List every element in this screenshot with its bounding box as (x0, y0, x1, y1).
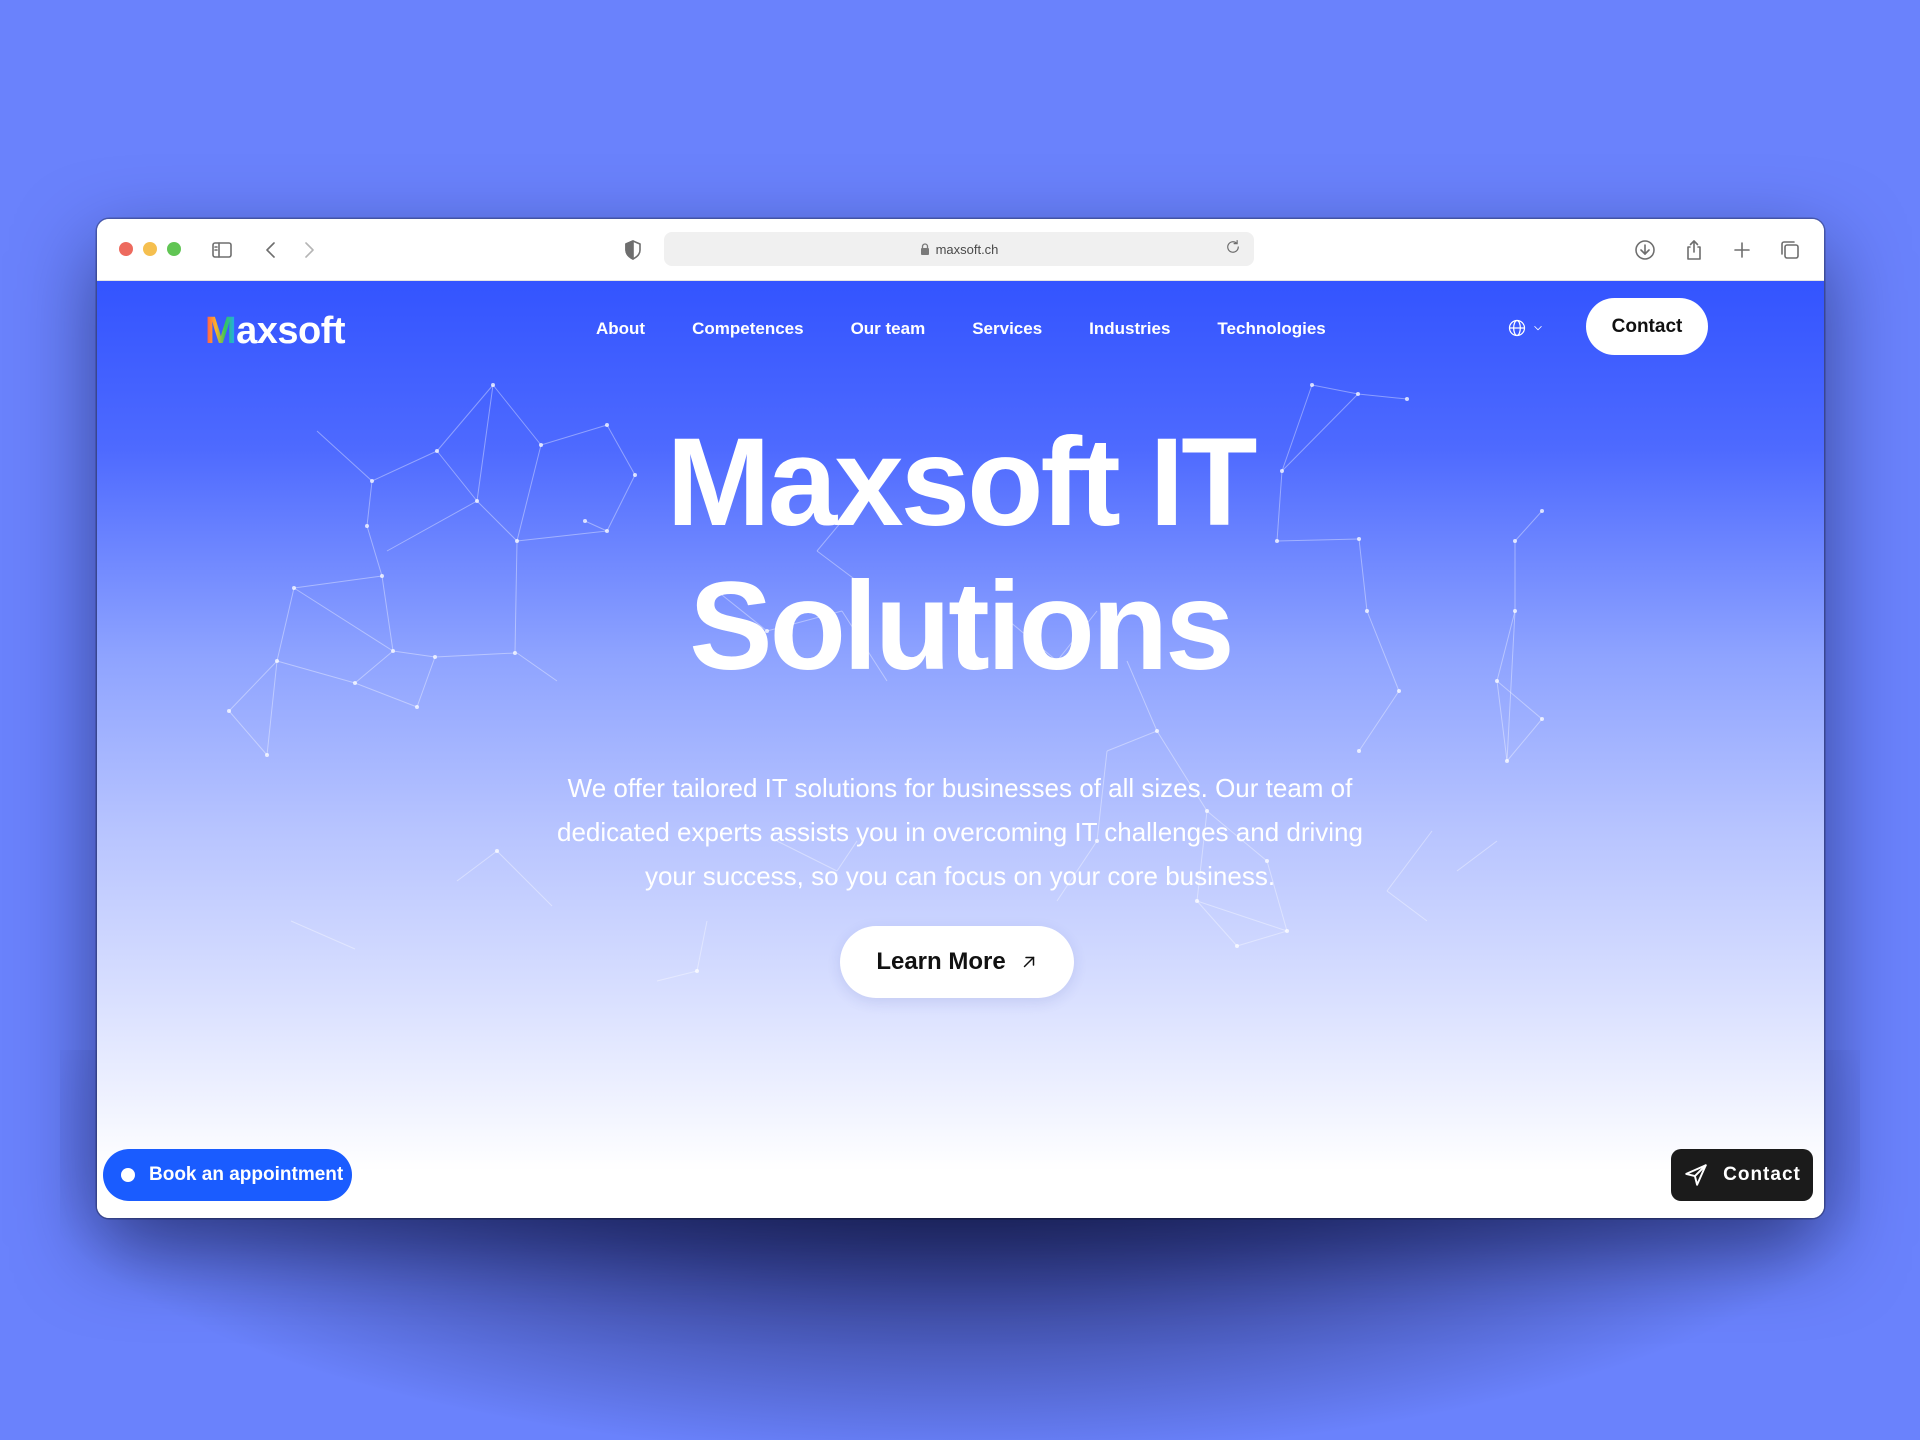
lock-icon (920, 243, 930, 255)
address-bar[interactable]: maxsoft.ch (664, 232, 1254, 266)
learn-more-button[interactable]: Learn More (840, 926, 1074, 998)
nav-about[interactable]: About (596, 319, 645, 339)
zoom-window-button[interactable] (167, 242, 181, 256)
close-window-button[interactable] (119, 242, 133, 256)
sidebar-icon[interactable] (208, 236, 236, 264)
share-icon[interactable] (1680, 236, 1708, 264)
web-page: Maxsoft About Competences Our team Servi… (97, 281, 1824, 1218)
chevron-down-icon (1534, 325, 1542, 331)
main-nav: About Competences Our team Services Indu… (596, 319, 1373, 339)
globe-icon (1508, 319, 1526, 337)
book-appointment-button[interactable]: Book an appointment (103, 1149, 352, 1201)
browser-window: maxsoft.ch M axsoft About Competences Ou… (97, 219, 1824, 1218)
nav-our-team[interactable]: Our team (851, 319, 926, 339)
hero-description: We offer tailored IT solutions for busin… (557, 773, 1363, 891)
hero-title-line-2: Solutions (689, 557, 1234, 696)
back-icon[interactable] (257, 236, 285, 264)
logo-initial: M (205, 309, 237, 352)
site-logo[interactable]: Maxsoft (205, 309, 346, 353)
new-tab-icon[interactable] (1728, 236, 1756, 264)
language-switcher[interactable] (1507, 318, 1545, 338)
reload-icon[interactable] (1224, 238, 1246, 260)
nav-competences[interactable]: Competences (692, 319, 803, 339)
download-icon[interactable] (1631, 236, 1659, 264)
nav-technologies[interactable]: Technologies (1217, 319, 1325, 339)
floating-contact-button[interactable]: Contact (1671, 1149, 1813, 1201)
browser-toolbar: maxsoft.ch (97, 219, 1824, 281)
url-text: maxsoft.ch (935, 241, 999, 257)
nav-services[interactable]: Services (972, 319, 1042, 339)
status-dot-icon (121, 1168, 135, 1182)
arrow-up-right-icon (1023, 956, 1034, 968)
minimize-window-button[interactable] (143, 242, 157, 256)
floating-contact-label: Contact (1723, 1164, 1801, 1185)
book-appointment-label: Book an appointment (149, 1164, 344, 1185)
logo-wordmark: axsoft (236, 309, 346, 352)
nav-industries[interactable]: Industries (1089, 319, 1170, 339)
contact-button[interactable]: Contact (1586, 298, 1708, 355)
learn-more-label: Learn More (876, 948, 1006, 975)
tabs-overview-icon[interactable] (1776, 236, 1804, 264)
forward-icon[interactable] (295, 236, 323, 264)
hero-title-line-1: Maxsoft IT (666, 413, 1257, 552)
hero-title: Maxsoft IT Solutions (97, 411, 1824, 699)
send-icon (1685, 1164, 1707, 1186)
shield-icon[interactable] (619, 236, 647, 264)
